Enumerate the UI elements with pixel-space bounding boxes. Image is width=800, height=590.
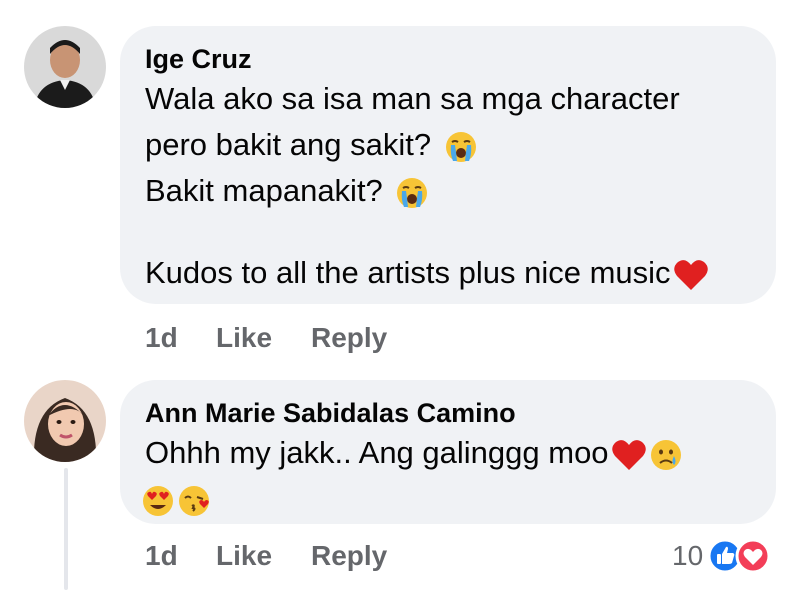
kissing-face-icon <box>179 485 209 516</box>
comment-author-1[interactable]: Ige Cruz <box>145 44 252 75</box>
reply-button-1[interactable]: Reply <box>311 322 387 354</box>
reply-thread-line <box>64 468 68 590</box>
comment-text-line-3: Bakit mapanakit? <box>145 170 429 212</box>
avatar-ige-cruz[interactable] <box>24 26 106 108</box>
avatar-ann-marie[interactable] <box>24 380 106 462</box>
comment-time-2[interactable]: 1d <box>145 540 178 572</box>
red-heart-icon <box>673 259 708 290</box>
comment-text-line-5: Ohhh my jakk.. Ang galinggg moo <box>145 432 683 474</box>
crying-face-icon <box>445 131 476 162</box>
comment-text-line-4: Kudos to all the artists plus nice music <box>145 252 709 294</box>
reaction-summary[interactable]: 10 <box>672 536 771 576</box>
comment-text-line-2: pero bakit ang sakit? <box>145 124 478 166</box>
comment-author-2[interactable]: Ann Marie Sabidalas Camino <box>145 398 516 429</box>
reply-button-2[interactable]: Reply <box>311 540 387 572</box>
like-button-2[interactable]: Like <box>216 540 272 572</box>
like-button-1[interactable]: Like <box>216 322 272 354</box>
heart-eyes-face-icon <box>143 485 173 516</box>
comment-emoji-line <box>141 478 211 520</box>
red-heart-icon <box>611 439 646 470</box>
comment-time-1[interactable]: 1d <box>145 322 178 354</box>
crying-face-icon <box>397 177 428 208</box>
love-icon <box>735 538 771 574</box>
comment-text-line-1: Wala ako sa isa man sa mga character <box>145 81 680 116</box>
reaction-count: 10 <box>672 540 704 571</box>
sad-tear-face-icon <box>650 439 681 470</box>
